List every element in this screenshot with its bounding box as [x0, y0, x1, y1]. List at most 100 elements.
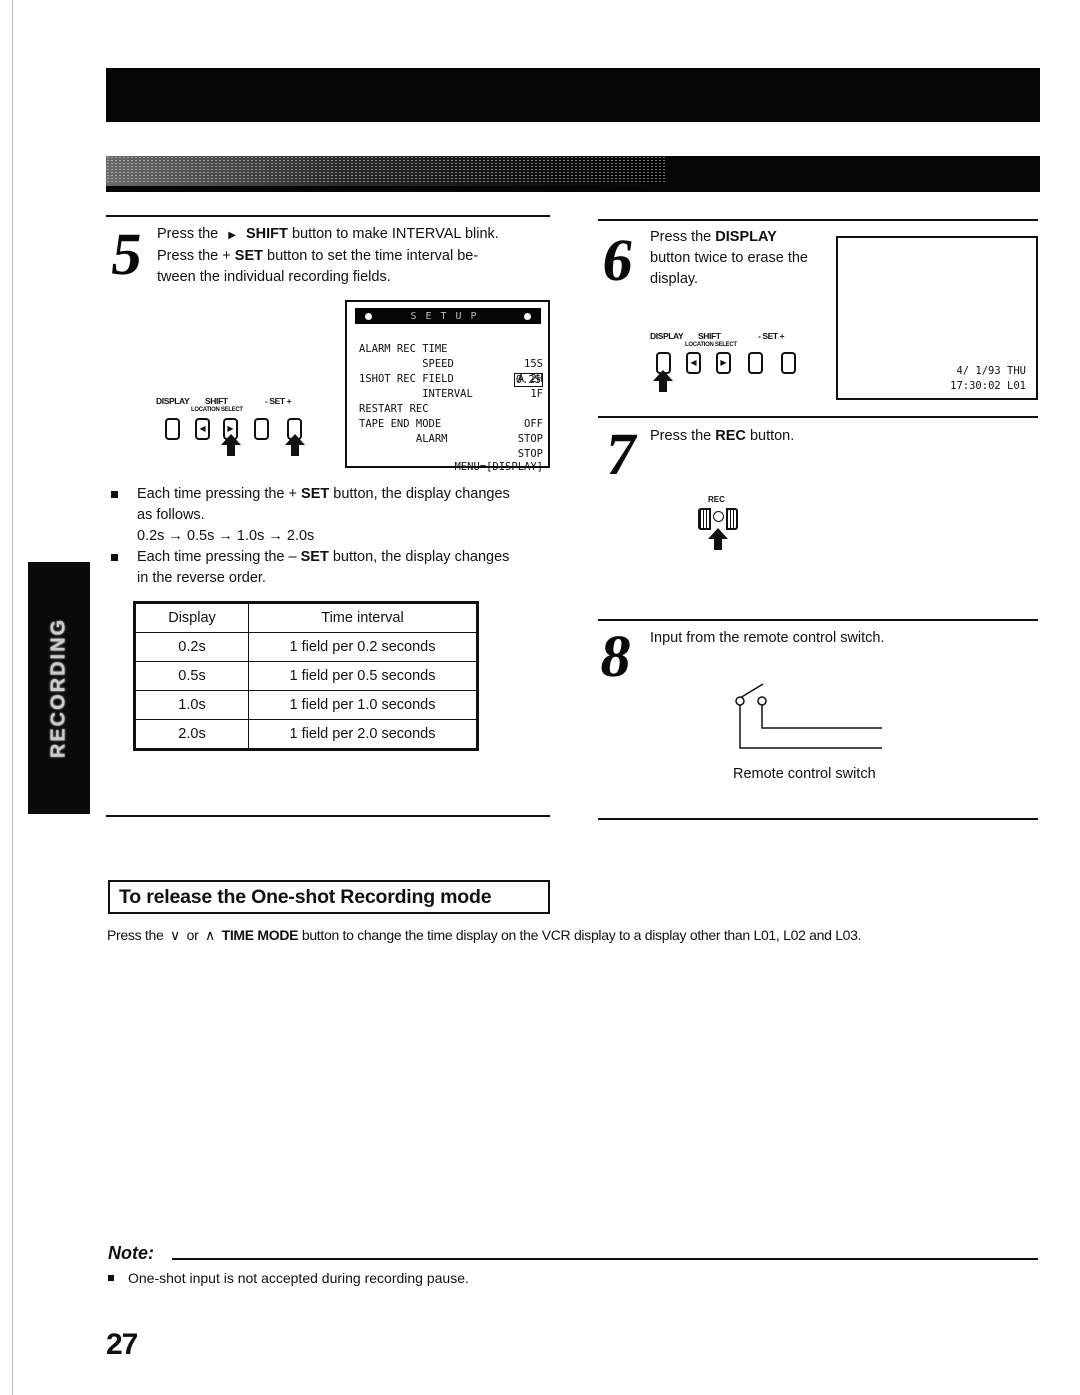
table-cell: 0.5s [135, 661, 249, 691]
text: display. [650, 271, 699, 287]
location-select-label: LOCATION SELECT [685, 342, 737, 348]
set-minus-button[interactable] [254, 418, 269, 440]
text: button to set the time interval be- [267, 248, 479, 264]
menu-footer-text: MENU=[DISPLAY] [454, 461, 543, 473]
table-cell: 1 field per 1.0 seconds [248, 690, 477, 720]
switch-caption: Remote control switch [733, 766, 876, 782]
date-readout: 4/ 1/93 THU [956, 365, 1026, 377]
bullet-square-icon [111, 491, 118, 498]
text: button to make INTERVAL blink. [291, 226, 499, 242]
menu-row: 1SHOT REC FIELD 1F [359, 357, 545, 400]
text: Press the [650, 428, 712, 444]
step-instructions: Press the DISPLAY button twice to erase … [650, 227, 830, 290]
time-readout: 17:30:02 L01 [950, 380, 1026, 392]
switch-terminal [757, 696, 767, 706]
step6-rule [598, 219, 1038, 221]
step-line-1: Press the ▶ SHIFT button to make INTERVA… [157, 224, 557, 246]
display-label: DISPLAY [650, 331, 684, 341]
step-number: 6 [598, 227, 638, 293]
display-label: DISPLAY [156, 396, 190, 406]
record-circle-icon [713, 511, 724, 522]
release-section-heading-box: To release the One-shot Recording mode [108, 880, 550, 914]
step-instructions: Press the ▶ SHIFT button to make INTERVA… [157, 224, 557, 288]
table-header-row: Display Time interval [135, 603, 477, 633]
column-header: Display [135, 603, 249, 633]
display-button[interactable] [165, 418, 180, 440]
wire [761, 705, 882, 729]
step-line-3: tween the individual recording fields. [157, 269, 391, 285]
bullet-text: Each time pressing the + SET button, the… [137, 484, 557, 547]
set-term: SET [301, 486, 330, 502]
table-row: 0.5s 1 field per 0.5 seconds [135, 661, 477, 691]
table-row: 0.2s 1 field per 0.2 seconds [135, 632, 477, 662]
menu-row: RESTART REC OFF [359, 387, 545, 430]
text: Press the [650, 229, 712, 245]
rec-term: REC [715, 428, 746, 444]
switch-lever [739, 683, 764, 699]
menu-row: INTERVAL 0.2S [359, 372, 545, 400]
table-cell: 0.2s [135, 632, 249, 662]
set-term: SET [234, 248, 263, 264]
table-cell: 1 field per 0.5 seconds [248, 661, 477, 691]
set-minus-button[interactable] [748, 352, 763, 374]
tv-screen: 4/ 1/93 THU 17:30:02 L01 [836, 236, 1038, 400]
step-instructions: Press the REC button. [650, 426, 794, 447]
interval-table: Display Time interval 0.2s 1 field per 0… [133, 601, 479, 751]
rec-button[interactable] [698, 508, 738, 530]
step7-rule [598, 416, 1038, 418]
table-cell: 2.0s [135, 719, 249, 749]
table-cell: 1 field per 0.2 seconds [248, 632, 477, 662]
left-triangle-icon: ◀ [690, 358, 697, 367]
step-instructions: Input from the remote control switch. [650, 630, 885, 646]
shift-left-button[interactable]: ◀ [195, 418, 210, 440]
menu-row: ALARM STOP [359, 417, 545, 460]
menu-row: ALARM REC TIME 15S [359, 327, 545, 370]
shift-right-button[interactable]: ▶ [716, 352, 731, 374]
menu-row: TAPE END MODE STOP [359, 402, 545, 445]
location-select-label: LOCATION SELECT [191, 407, 243, 413]
menu-row-value-highlighted: 0.2S [513, 373, 543, 387]
right-triangle-icon: ▶ [228, 230, 236, 241]
note-rule [172, 1258, 1038, 1260]
shift-left-button[interactable]: ◀ [686, 352, 701, 374]
release-section-title: To release the One-shot Recording mode [119, 886, 492, 908]
bullet-item: Each time pressing the + SET button, the… [111, 484, 561, 554]
dot-icon [523, 312, 531, 320]
note-text: One-shot input is not accepted during re… [128, 1270, 469, 1286]
bullet-text: Each time pressing the – SET button, the… [137, 547, 557, 589]
sub-header-underline [106, 186, 1040, 192]
shift-term: SHIFT [246, 226, 288, 242]
chevron-up-icon: ∧ [205, 927, 215, 943]
side-tab: RECORDING [28, 562, 90, 814]
interval-sequence: 0.2s → 0.5s → 1.0s → 2.0s [137, 528, 315, 544]
rec-label: REC [708, 495, 725, 504]
text: Each time pressing the – [137, 549, 297, 565]
note-label: Note: [108, 1243, 154, 1263]
release-section-body: Press the ∨ or ∧ TIME MODE button to cha… [107, 925, 862, 945]
table-row: 1.0s 1 field per 1.0 seconds [135, 690, 477, 720]
left-triangle-icon: ◀ [199, 424, 206, 433]
set-label: - SET + [265, 396, 292, 406]
text: button twice to erase the [650, 250, 808, 266]
right-triangle-icon: ▶ [720, 358, 727, 367]
header-bar [106, 68, 1040, 122]
set-plus-button[interactable] [781, 352, 796, 374]
text: button to change the time display on the… [301, 927, 862, 943]
right-column-end-rule [598, 818, 1038, 820]
column-header: Time interval [248, 603, 477, 633]
text: as follows. [137, 507, 205, 523]
text: Press the [157, 226, 219, 242]
step-number: 5 [107, 221, 147, 287]
page-number: 27 [106, 1328, 138, 1361]
chevron-down-icon: ∨ [170, 927, 180, 943]
text: Each time pressing the + [137, 486, 297, 502]
shift-label: SHIFT [698, 331, 721, 341]
bullet-square-icon [108, 1275, 114, 1281]
bullet-item: Each time pressing the – SET button, the… [111, 547, 561, 591]
remote-switch-diagram [735, 683, 882, 749]
menu-row: SPEED A 2H [359, 342, 545, 385]
step5-rule [106, 215, 550, 217]
shift-label: SHIFT [205, 396, 228, 406]
margin-line [12, 0, 13, 1395]
switch-terminal [735, 696, 745, 706]
